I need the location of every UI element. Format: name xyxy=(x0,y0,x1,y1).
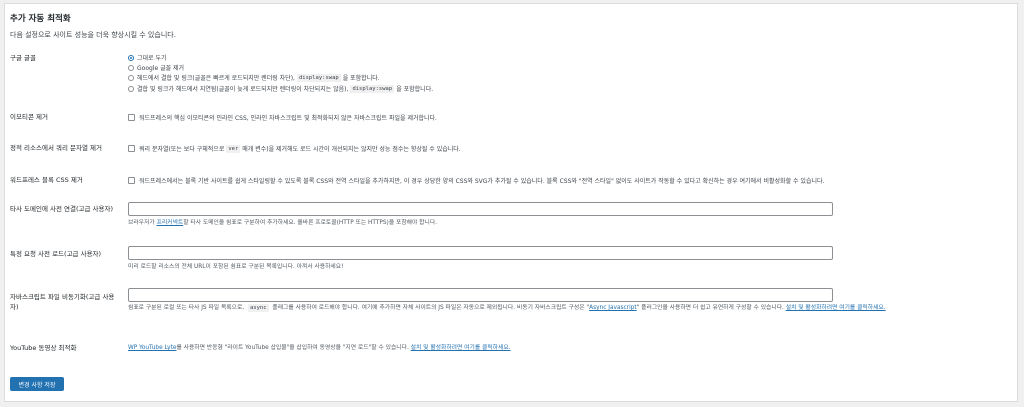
async-js-input[interactable] xyxy=(128,288,833,302)
query-strings-text-after: 매개 변수)을 제거해도 로드 시간이 개선되지는 않지만 성능 점수는 향상될… xyxy=(242,146,461,153)
radio-button[interactable] xyxy=(128,54,134,61)
code-display-swap: display:swap xyxy=(350,84,395,93)
block-css-label: 워드프레스 블록 CSS 제거 xyxy=(10,176,83,184)
option-label: 헤드에서 결합 및 링크(글꼴은 빠르게 로드되지만 렌더링 차단), xyxy=(137,75,295,82)
preload-input[interactable] xyxy=(128,246,833,260)
code-async: async xyxy=(247,304,269,312)
query-strings-option[interactable]: 쿼리 문자열(또는 보다 구체적으로 ver 매개 변수)을 제거해도 로드 시… xyxy=(128,144,461,153)
preconnect-label: 타사 도메인에 사전 연결(고급 사용자) xyxy=(10,205,114,213)
block-css-text: 워드프레스에서는 블록 기반 사이트를 쉽게 스타일링할 수 있도록 블록 CS… xyxy=(139,178,825,185)
radio-button[interactable] xyxy=(128,64,134,71)
async-js-description: 쉼표로 구분된 로컬 또는 타사 JS 파일 목록으로, async 플래그를 … xyxy=(128,304,1008,313)
youtube-install-link[interactable]: 설치 및 활성화하려면 여기를 클릭하세요. xyxy=(411,345,511,351)
wp-youtube-lyte-link[interactable]: WP YouTube Lyte xyxy=(128,345,176,351)
google-fonts-option-combine-deferred[interactable]: 결합 및 링크가 헤드에서 지연됨(글꼴이 늦게 로드되지만 렌더링이 차단되지… xyxy=(128,84,433,93)
async-javascript-link[interactable]: Async Javascript xyxy=(589,305,637,311)
emoji-text: 워드프레스의 핵심 이모티콘의 인라인 CSS, 인라인 자바스크립트 및 최적… xyxy=(139,115,437,122)
async-js-label: 자바스크립트 파일 비동기화(고급 사용자) xyxy=(10,293,115,311)
option-label: Google 글꼴 제거 xyxy=(137,65,185,72)
emoji-checkbox[interactable] xyxy=(128,114,135,121)
emoji-label: 이모티콘 제거 xyxy=(10,113,48,121)
preconnect-desc-after: 할 타사 도메인을 쉼표로 구분하여 추가하세요. 올바른 프로토콜(HTTP … xyxy=(183,220,438,226)
preconnect-link[interactable]: 프리커넥트 xyxy=(157,220,184,226)
option-label: 그대로 두기 xyxy=(137,55,167,62)
emoji-option[interactable]: 워드프레스의 핵심 이모티콘의 인라인 CSS, 인라인 자바스크립트 및 최적… xyxy=(128,113,437,122)
radio-button[interactable] xyxy=(128,85,134,92)
youtube-text: 를 사용하면 반응형 "라이트 YouTube 삽입물"을 삽입하여 동영상을 … xyxy=(176,345,409,351)
async-desc-1: 쉼표로 구분된 로컬 또는 타사 JS 파일 목록으로, xyxy=(128,305,245,311)
preload-label: 특정 요청 사전 로드(고급 사용자) xyxy=(10,250,102,258)
block-css-option[interactable]: 워드프레스에서는 블록 기반 사이트를 쉽게 스타일링할 수 있도록 블록 CS… xyxy=(128,176,824,185)
option-label: 결합 및 링크가 헤드에서 지연됨(글꼴이 늦게 로드되지만 렌더링이 차단되지… xyxy=(137,86,349,93)
query-strings-checkbox[interactable] xyxy=(128,145,135,152)
preconnect-input[interactable] xyxy=(128,202,833,216)
save-changes-button[interactable]: 변경 사항 저장 xyxy=(10,377,64,391)
section-title: 추가 자동 최적화 xyxy=(10,14,71,24)
code-ver: ver xyxy=(226,144,241,153)
option-label-suffix: 을 포함합니다. xyxy=(396,86,434,93)
option-label-suffix: 을 포함합니다. xyxy=(342,75,380,82)
youtube-label: YouTube 동영상 최적화 xyxy=(10,344,77,352)
google-fonts-option-keep[interactable]: 그대로 두기 xyxy=(128,53,167,62)
async-desc-3: " 플러그인을 사용하면 더 쉽고 유연하게 구성할 수 있습니다. xyxy=(636,305,784,311)
async-install-link[interactable]: 설치 및 활성화하려면 여기를 클릭하세요. xyxy=(786,305,886,311)
preconnect-desc-before: 브라우저가 xyxy=(128,220,155,226)
query-strings-text-before: 쿼리 문자열(또는 보다 구체적으로 xyxy=(139,146,225,153)
youtube-description: WP YouTube Lyte를 사용하면 반응형 "라이트 YouTube 삽… xyxy=(128,344,511,353)
preconnect-description: 브라우저가 프리커넥트할 타사 도메인을 쉼표로 구분하여 추가하세요. 올바른… xyxy=(128,219,437,228)
google-fonts-label: 구글 글꼴 xyxy=(10,54,36,62)
google-fonts-option-remove[interactable]: Google 글꼴 제거 xyxy=(128,63,184,72)
block-css-checkbox[interactable] xyxy=(128,177,135,184)
async-desc-2: 플래그를 사용하여 로드해야 합니다. 여기에 추가하면 자체 사이트의 JS … xyxy=(272,305,590,311)
google-fonts-option-combine-head[interactable]: 헤드에서 결합 및 링크(글꼴은 빠르게 로드되지만 렌더링 차단), disp… xyxy=(128,73,380,82)
query-strings-label: 정적 리소스에서 쿼리 문자열 제거 xyxy=(10,144,102,152)
code-display-swap: display:swap xyxy=(296,73,341,82)
radio-button[interactable] xyxy=(128,74,134,81)
section-subtitle: 다음 설정으로 사이트 성능을 더욱 향상시킬 수 있습니다. xyxy=(10,31,176,39)
preload-description: 미리 로드할 리소스의 전체 URL이 포함된 쉼표로 구분된 목록입니다. 아… xyxy=(128,264,344,270)
